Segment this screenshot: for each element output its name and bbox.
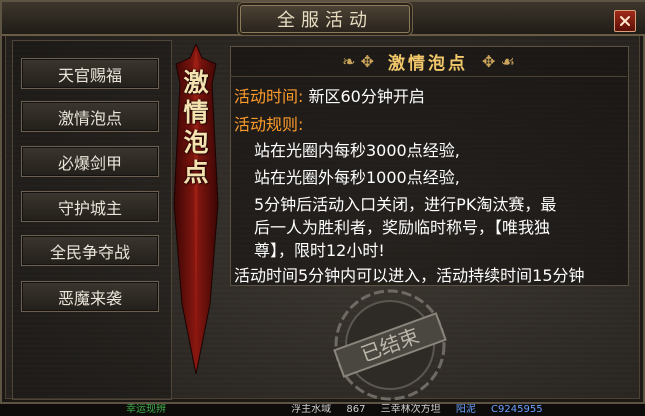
menu-item-emo[interactable]: 恶魔来袭 [21, 281, 159, 312]
banner-char: 激 [183, 68, 209, 97]
rule-line: 站在光圈内每秒3000点经验, [254, 141, 460, 160]
activity-time-row: 活动时间: 新区60分钟开启 [234, 83, 425, 107]
bottom-text: 867 [346, 404, 366, 415]
activity-header: ❧ ✥ 激情泡点 ✥ ☙ [230, 46, 627, 77]
banner-char: 泡 [183, 128, 209, 157]
banner-char: 情 [183, 98, 209, 127]
rule-line: 尊】，限时12小时! [254, 241, 385, 260]
menu-item-quanmin[interactable]: 全民争夺战 [21, 235, 159, 266]
bottom-text: 浮主水域 [291, 404, 332, 415]
bottom-text: C9245955 [491, 404, 543, 415]
menu-item-tianguan[interactable]: 天官赐福 [21, 58, 159, 89]
activity-menu: 天官赐福 激情泡点 必爆剑甲 守护城主 全民争夺战 恶魔来袭 [12, 40, 172, 400]
menu-item-bibao[interactable]: 必爆剑甲 [21, 146, 159, 177]
activity-time-value: 新区60分钟开启 [308, 87, 425, 106]
ended-stamp: 已结束 [333, 289, 447, 401]
activity-title: 激情泡点 [388, 53, 469, 74]
close-icon [620, 16, 630, 26]
window-titlebar: 全服活动 [2, 2, 645, 36]
rule-line: 5分钟后活动入口关闭，进行PK淘汰赛，最 [254, 195, 557, 214]
activity-rules-label: 活动规则: [234, 115, 304, 134]
window-title: 全服活动 [240, 5, 410, 33]
menu-item-shouhu[interactable]: 守护城主 [21, 191, 159, 222]
activity-window: 全服活动 天官赐福 激情泡点 必爆剑甲 守护城主 全民争夺战 恶魔来袭 激 情 … [0, 0, 645, 404]
bottom-status-bar: 幸运现辨 浮主水域 867 三幸林次方坦 阳泥 C9245955 [0, 404, 645, 416]
close-button[interactable] [614, 10, 636, 32]
ornament-right-icon: ✥ ☙ [482, 51, 515, 71]
menu-item-jiqing[interactable]: 激情泡点 [21, 101, 159, 132]
bottom-text: 幸运现辨 [126, 404, 166, 415]
banner-title: 激 情 泡 点 [180, 68, 212, 188]
banner-char: 点 [183, 158, 209, 187]
rule-line: 站在光圈外每秒1000点经验, [254, 168, 460, 187]
rule-line: 后一人为胜利者，奖励临时称号，【唯我独 [254, 218, 551, 237]
bottom-text: 三幸林次方坦 [380, 404, 441, 415]
activity-time-label: 活动时间: [234, 87, 304, 106]
bottom-text: 阳泥 [455, 404, 476, 415]
activity-duration-note: 活动时间5分钟内可以进入，活动持续时间15分钟 [234, 266, 585, 285]
ornament-left-icon: ❧ ✥ [342, 51, 375, 71]
